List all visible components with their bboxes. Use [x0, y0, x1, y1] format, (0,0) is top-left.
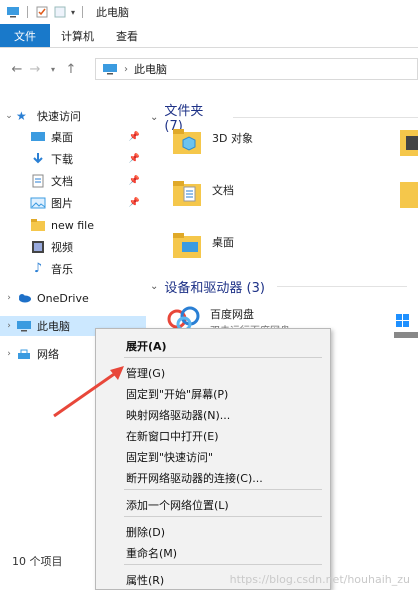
menu-separator	[124, 489, 322, 490]
menu-item-add-network-location[interactable]: 添加一个网络位置(L)	[126, 497, 229, 513]
pin-icon[interactable]: 📌	[129, 176, 140, 186]
folder-desktop-icon	[173, 233, 201, 258]
sidebar-item-label: 图片	[51, 197, 73, 210]
menu-item-pin-to-start[interactable]: 固定到"开始"屏幕(P)	[126, 386, 228, 402]
sidebar-item-downloads[interactable]: 下载 📌	[28, 149, 146, 169]
windows-drive-icon	[394, 314, 418, 338]
folder-documents-icon	[173, 181, 201, 206]
folder-3d-objects-icon	[173, 129, 201, 154]
sidebar-item-documents[interactable]: 文档 📌	[28, 171, 146, 191]
folder-item[interactable]: 桌面	[172, 230, 372, 270]
chevron-down-icon[interactable]: ⌄	[150, 281, 158, 292]
customize-quick-access-icon[interactable]: ▾	[71, 8, 75, 17]
properties-icon[interactable]	[35, 6, 49, 18]
computer-icon	[103, 64, 117, 75]
folder-icon	[31, 219, 45, 231]
sidebar-item-quick-access[interactable]: ⌄ ★ 快速访问	[4, 106, 146, 126]
sidebar-item-label: 音乐	[51, 263, 73, 276]
folder-item[interactable]	[400, 126, 418, 162]
sidebar-item-onedrive[interactable]: › OneDrive	[4, 288, 146, 308]
computer-icon	[7, 7, 19, 18]
cloud-icon	[19, 294, 31, 303]
title-bar: ▾ 此电脑	[0, 0, 418, 24]
pin-icon[interactable]: 📌	[129, 198, 140, 208]
sidebar-item-label: 文档	[51, 175, 73, 188]
pin-icon[interactable]: 📌	[129, 154, 140, 164]
sidebar-item-desktop[interactable]: 桌面 📌	[28, 127, 146, 147]
tab-view[interactable]: 查看	[105, 24, 149, 47]
folder-videos-icon	[400, 130, 418, 156]
menu-item-disconnect-network-drive[interactable]: 断开网络驱动器的连接(C)...	[126, 470, 263, 486]
folder-item[interactable]: 3D 对象	[172, 126, 372, 166]
menu-item-open-in-new-window[interactable]: 在新窗口中打开(E)	[126, 428, 219, 444]
music-icon: ♪	[33, 261, 43, 276]
network-icon	[18, 349, 30, 359]
sidebar-item-label: new file	[51, 218, 94, 232]
section-title: 设备和驱动器 (3)	[164, 281, 265, 296]
chevron-right-icon[interactable]: ›	[4, 349, 14, 359]
window-title: 此电脑	[96, 6, 130, 19]
device-item[interactable]	[394, 312, 418, 342]
sidebar-item-label: 快速访问	[37, 110, 81, 123]
folder-item[interactable]	[400, 178, 418, 214]
folder-item[interactable]: 文档	[172, 178, 372, 218]
address-bar[interactable]: › 此电脑	[95, 58, 418, 80]
back-arrow-icon[interactable]: ←	[8, 59, 26, 79]
menu-item-map-network-drive[interactable]: 映射网络驱动器(N)...	[126, 407, 230, 423]
sidebar-item-label: 视频	[51, 241, 73, 254]
chevron-right-icon[interactable]: ›	[4, 321, 14, 331]
menu-separator	[124, 564, 322, 565]
menu-item-expand[interactable]: 展开(A)	[126, 338, 167, 354]
recent-locations-icon[interactable]: ▾	[44, 59, 62, 79]
download-icon	[33, 153, 43, 164]
folder-name: 桌面	[212, 236, 234, 249]
breadcrumb-separator-icon[interactable]: ›	[124, 64, 128, 75]
watermark: https://blog.csdn.net/houhaih_zu	[229, 573, 410, 586]
device-name: 百度网盘	[210, 308, 254, 321]
folder-name: 3D 对象	[212, 132, 253, 145]
chevron-down-icon[interactable]: ⌄	[4, 111, 14, 121]
menu-item-rename[interactable]: 重命名(M)	[126, 545, 177, 561]
status-item-count: 10 个项目	[12, 555, 63, 568]
video-icon	[32, 241, 44, 253]
chevron-right-icon[interactable]: ›	[4, 293, 14, 303]
forward-arrow-icon[interactable]: →	[26, 59, 44, 79]
sidebar-item-music[interactable]: ♪ 音乐	[28, 259, 146, 279]
menu-item-properties[interactable]: 属性(R)	[126, 572, 164, 588]
star-icon: ★	[16, 109, 27, 123]
menu-item-pin-to-quick-access[interactable]: 固定到"快速访问"	[126, 449, 213, 465]
sidebar-item-pictures[interactable]: 图片 📌	[28, 193, 146, 213]
folder-name: 文档	[212, 184, 234, 197]
chevron-down-icon[interactable]: ⌄	[150, 112, 158, 123]
folder-downloads-icon	[400, 182, 418, 208]
ribbon-tabs: 文件 计算机 查看	[0, 24, 418, 48]
desktop-icon	[31, 132, 45, 141]
devices-section-header[interactable]: ⌄ 设备和驱动器 (3)	[150, 277, 407, 296]
menu-separator	[124, 516, 322, 517]
sidebar-item-new-file[interactable]: new file	[28, 215, 146, 235]
breadcrumb[interactable]: 此电脑	[134, 61, 167, 77]
picture-icon	[30, 197, 46, 209]
computer-icon	[17, 321, 31, 332]
sidebar-item-videos[interactable]: 视频	[28, 237, 146, 257]
sidebar-item-label: 此电脑	[37, 320, 70, 333]
document-icon	[32, 174, 44, 188]
tab-computer[interactable]: 计算机	[50, 24, 105, 47]
pin-icon[interactable]: 📌	[129, 132, 140, 142]
new-folder-icon[interactable]	[53, 6, 67, 18]
sidebar-item-label: 下载	[51, 153, 73, 166]
menu-item-delete[interactable]: 删除(D)	[126, 524, 165, 540]
sidebar-item-label: 桌面	[51, 131, 73, 144]
sidebar-item-label: OneDrive	[37, 291, 89, 305]
menu-separator	[124, 357, 322, 358]
up-arrow-icon[interactable]: ↑	[62, 59, 80, 79]
tab-file[interactable]: 文件	[0, 24, 50, 47]
annotation-arrow-icon	[53, 366, 124, 418]
